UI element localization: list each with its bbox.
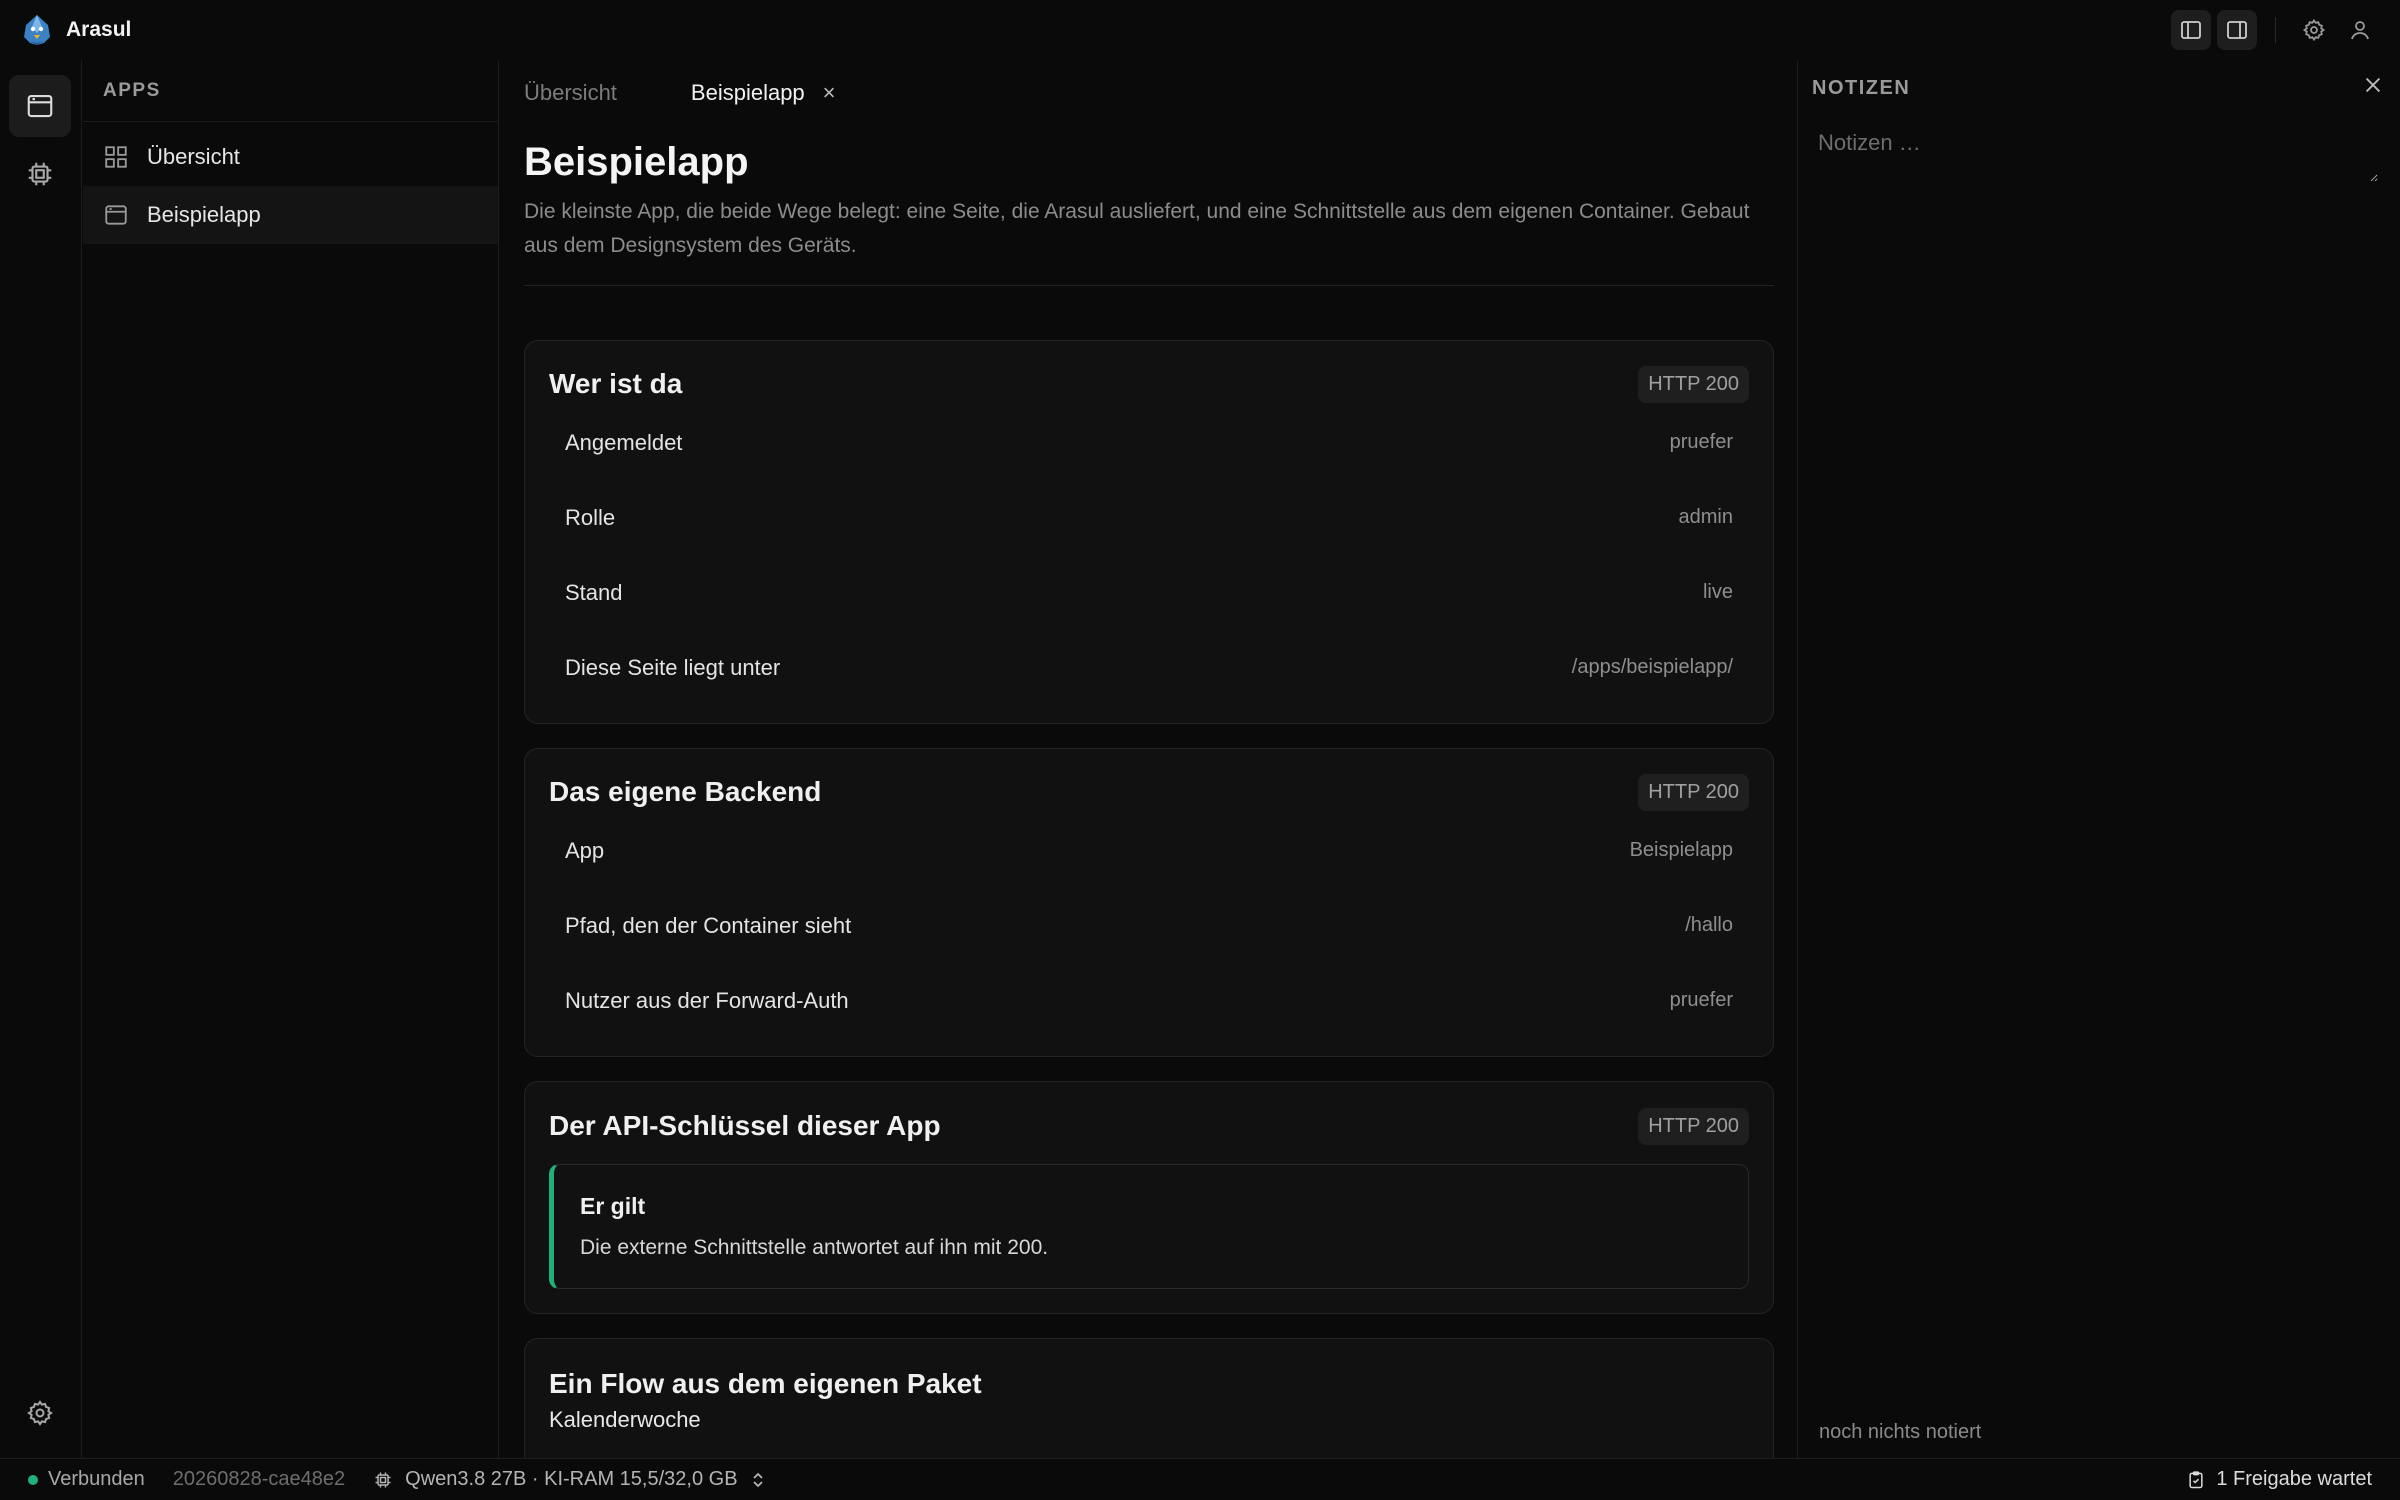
divider: [524, 285, 1774, 286]
rail-settings-button[interactable]: [9, 1382, 71, 1444]
kv-value: pruefer: [1669, 431, 1733, 453]
user-icon: [2351, 21, 2369, 40]
kv-row: Stand live: [549, 555, 1749, 630]
gear-icon: [27, 1400, 53, 1426]
approvals-status[interactable]: 1 Freigabe wartet: [2186, 1468, 2372, 1491]
card-title: Das eigene Backend: [549, 776, 822, 807]
kv-value: admin: [1678, 506, 1733, 528]
page-title: Beispielapp: [524, 140, 749, 184]
rail-apps-button[interactable]: [9, 75, 71, 137]
page-subtitle: Die kleinste App, die beide Wege belegt:…: [524, 200, 1750, 257]
card-title: Ein Flow aus dem eigenen Paket: [549, 1368, 982, 1399]
panel-left-icon: [2181, 21, 2201, 39]
tab-label: Übersicht: [524, 80, 617, 105]
kv-key: Nutzer aus der Forward-Auth: [565, 987, 849, 1013]
status-bar: Verbunden 20260828-cae48e2 Qwen3.8 27B ·…: [0, 1458, 2400, 1500]
main-content: Übersicht Beispielapp × Beispielapp Die …: [500, 60, 1796, 1458]
notes-input[interactable]: [1818, 130, 2378, 182]
kv-value: /apps/beispielapp/: [1571, 656, 1733, 678]
flow-subtitle: Kalenderwoche: [549, 1407, 701, 1432]
kv-row: Nutzer aus der Forward-Auth pruefer: [549, 963, 1749, 1038]
top-bar: Arasul: [0, 0, 2400, 60]
model-selector[interactable]: Qwen3.8 27B · KI-RAM 15,5/32,0 GB: [373, 1468, 765, 1491]
kv-row: Pfad, den der Container sieht/hallo: [549, 888, 1749, 963]
toggle-right-panel-button[interactable]: [2217, 10, 2257, 50]
settings-button[interactable]: [2294, 10, 2334, 50]
card-backend: Das eigene Backend HTTP 200 App Beispiela…: [524, 748, 1774, 1057]
close-tab-icon[interactable]: ×: [823, 80, 836, 106]
status-badge: HTTP 200: [1638, 1107, 1749, 1145]
window-icon: [103, 202, 129, 228]
chip-icon: [28, 162, 52, 186]
sidebar-item-beispielapp[interactable]: Beispielapp: [83, 186, 498, 244]
sidebar-heading: APPS: [83, 60, 498, 122]
chevron-up-down-icon: [752, 1472, 763, 1487]
tab-label: Beispielapp: [690, 80, 805, 105]
window-icon: [27, 94, 53, 118]
kv-key: App: [565, 837, 605, 863]
kv-row: App Beispielapp: [549, 813, 1749, 888]
card-title: Der API-Schlüssel dieser App: [549, 1110, 941, 1141]
card-apikey: Der API-Schlüssel dieser App HTTP 200 Er…: [524, 1081, 1774, 1314]
notes-panel: NOTIZEN noch nichts notiert: [1797, 60, 2400, 1458]
kv-key: Angemeldet: [565, 429, 683, 455]
chip-icon: [375, 1472, 391, 1487]
kv-row: Diese Seite liegt unter/apps/beispielapp…: [549, 630, 1749, 705]
tab-beispielapp[interactable]: Beispielapp ×: [691, 80, 836, 106]
apps-sidebar: APPS Übersicht Beispielapp: [83, 60, 499, 1458]
connection-status: Verbunden: [28, 1468, 145, 1491]
close-icon[interactable]: [2362, 74, 2384, 103]
kv-value: /hallo: [1685, 914, 1733, 936]
kv-key: Stand: [565, 579, 623, 605]
card-who: Wer ist da HTTP 200 Angemeldet pruefer Ro…: [524, 340, 1774, 724]
gear-icon: [2302, 18, 2326, 42]
kv-key: Diese Seite liegt unter: [565, 654, 781, 680]
tab-uebersicht[interactable]: Übersicht: [524, 80, 617, 106]
kv-key: Pfad, den der Container sieht: [565, 912, 852, 938]
sidebar-item-label: Übersicht: [147, 144, 240, 169]
status-dot-icon: [28, 1474, 38, 1485]
toggle-left-panel-button[interactable]: [2171, 10, 2211, 50]
arasul-logo-icon: [24, 15, 50, 45]
clipboard-check-icon: [2189, 1470, 2203, 1488]
kv-value: Beispielapp: [1629, 839, 1733, 861]
connection-label: Verbunden: [48, 1468, 145, 1490]
success-callout: Er gilt Die externe Schnittstelle antwor…: [549, 1164, 1749, 1289]
notes-title: NOTIZEN: [1812, 76, 1911, 99]
rail-hardware-button[interactable]: [9, 143, 71, 205]
card-flow: Ein Flow aus dem eigenen Paket Kalenderw…: [524, 1338, 1774, 1458]
app-name: Arasul: [66, 18, 132, 41]
kv-row: Angemeldet pruefer: [549, 405, 1749, 480]
panel-right-icon: [2227, 21, 2247, 39]
callout-text: Die externe Schnittstelle antwortet auf …: [580, 1236, 1049, 1259]
card-title: Wer ist da: [549, 368, 683, 399]
build-version: 20260828-cae48e2: [172, 1468, 346, 1490]
toolbar-divider: [2275, 17, 2276, 43]
nav-rail: [0, 60, 82, 1458]
tab-bar: Übersicht Beispielapp ×: [500, 60, 1796, 126]
callout-title: Er gilt: [580, 1193, 646, 1219]
grid-icon: [103, 144, 129, 170]
status-badge: HTTP 200: [1638, 365, 1749, 403]
kv-key: Rolle: [565, 504, 616, 530]
sidebar-item-uebersicht[interactable]: Übersicht: [83, 128, 498, 186]
approvals-label: 1 Freigabe wartet: [2216, 1468, 2372, 1490]
brand[interactable]: Arasul: [20, 13, 131, 47]
kv-value: pruefer: [1669, 989, 1733, 1011]
kv-row: Rolle admin: [549, 480, 1749, 555]
kv-value: live: [1702, 581, 1733, 603]
status-badge: HTTP 200: [1638, 773, 1749, 811]
model-label: Qwen3.8 27B · KI-RAM 15,5/32,0 GB: [405, 1468, 738, 1490]
sidebar-item-label: Beispielapp: [147, 202, 261, 227]
user-button[interactable]: [2340, 10, 2380, 50]
notes-empty-state: noch nichts notiert: [1819, 1421, 1982, 1443]
